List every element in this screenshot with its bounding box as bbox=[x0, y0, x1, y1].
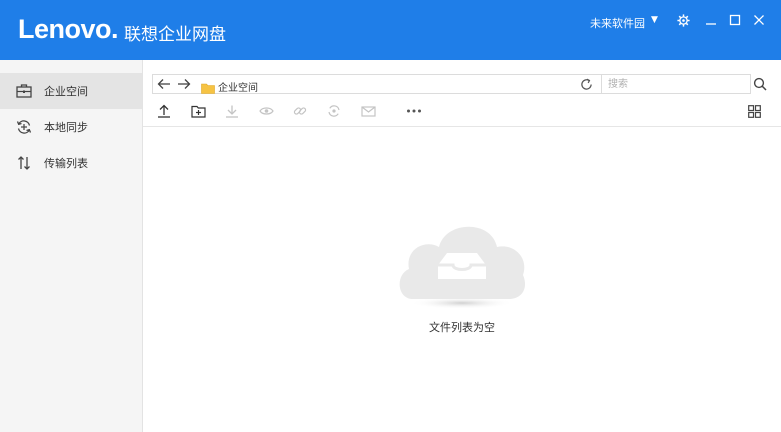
share-icon[interactable] bbox=[324, 101, 344, 121]
app-title: 联想企业网盘 bbox=[124, 25, 226, 45]
mail-icon[interactable] bbox=[358, 101, 378, 121]
sidebar-item-transfer-list[interactable]: 传输列表 bbox=[0, 145, 142, 181]
back-arrow-icon[interactable] bbox=[155, 75, 173, 93]
user-dropdown-icon[interactable]: ▼ bbox=[651, 15, 658, 25]
toolbar-divider bbox=[143, 126, 781, 127]
briefcase-icon bbox=[15, 82, 33, 100]
transfer-icon bbox=[15, 154, 33, 172]
main-panel: 企业空间 搜索 文件列表为空 bbox=[143, 60, 781, 432]
folder-icon bbox=[201, 79, 215, 98]
search-input[interactable] bbox=[601, 74, 751, 94]
breadcrumb-path[interactable]: 企业空间 bbox=[218, 79, 258, 94]
sync-icon bbox=[15, 118, 33, 136]
lenovo-logo: Lenovo. bbox=[18, 14, 119, 44]
sidebar-item-label: 传输列表 bbox=[44, 157, 88, 170]
sidebar-item-label: 企业空间 bbox=[44, 85, 88, 98]
title-bar: Lenovo. 联想企业网盘 未来软件园 ▼ bbox=[0, 0, 781, 60]
upload-icon[interactable] bbox=[154, 101, 174, 121]
link-icon[interactable] bbox=[290, 101, 310, 121]
grid-view-icon[interactable] bbox=[744, 101, 764, 121]
sidebar-item-enterprise-space[interactable]: 企业空间 bbox=[0, 73, 142, 109]
settings-gear-icon[interactable] bbox=[674, 10, 692, 30]
sidebar-item-label: 本地同步 bbox=[44, 121, 88, 134]
address-row: 企业空间 bbox=[143, 72, 781, 96]
minimize-icon[interactable] bbox=[702, 10, 720, 30]
empty-cloud-icon bbox=[395, 213, 529, 315]
sidebar-item-local-sync[interactable]: 本地同步 bbox=[0, 109, 142, 145]
search-icon[interactable] bbox=[751, 75, 769, 93]
sidebar: 企业空间 本地同步 传输列表 bbox=[0, 60, 143, 432]
more-icon[interactable] bbox=[404, 101, 424, 121]
maximize-icon[interactable] bbox=[726, 10, 744, 30]
forward-arrow-icon[interactable] bbox=[175, 75, 193, 93]
new-folder-icon[interactable] bbox=[188, 101, 208, 121]
preview-icon[interactable] bbox=[256, 101, 276, 121]
user-name[interactable]: 未来软件园 bbox=[590, 15, 645, 31]
refresh-icon[interactable] bbox=[577, 75, 595, 93]
close-icon[interactable] bbox=[750, 10, 768, 30]
download-icon[interactable] bbox=[222, 101, 242, 121]
empty-state-text: 文件列表为空 bbox=[429, 321, 495, 334]
